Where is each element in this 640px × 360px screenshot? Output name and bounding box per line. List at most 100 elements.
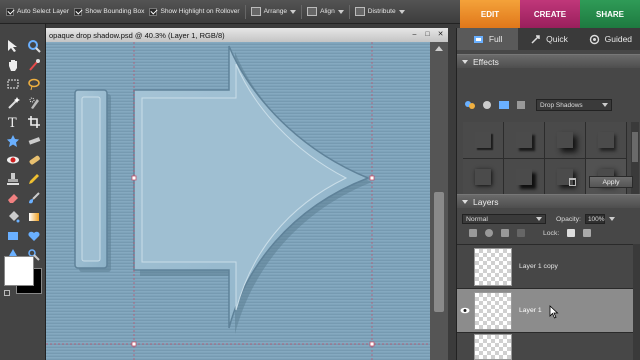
straighten-icon bbox=[28, 136, 40, 145]
chevron-down-icon bbox=[602, 103, 608, 107]
opacity-field[interactable]: 100% bbox=[584, 214, 605, 224]
link-layers-icon[interactable] bbox=[517, 229, 525, 237]
minimize-icon[interactable]: – bbox=[411, 31, 418, 38]
checkbox-checked-icon bbox=[6, 7, 14, 16]
tab-create[interactable]: CREATE bbox=[520, 0, 580, 28]
document-title-bar[interactable]: opaque drop shadow.psd @ 40.3% (Layer 1,… bbox=[46, 28, 448, 42]
tab-quick-label: Quick bbox=[546, 34, 568, 44]
tab-edit[interactable]: EDIT bbox=[460, 0, 520, 28]
crop-icon bbox=[27, 115, 40, 128]
gradient-tool[interactable] bbox=[23, 207, 44, 226]
scroll-up-icon[interactable] bbox=[435, 46, 443, 51]
marquee-tool[interactable] bbox=[2, 74, 23, 93]
brush-tool[interactable] bbox=[23, 188, 44, 207]
delete-layer-icon[interactable] bbox=[501, 229, 509, 237]
paint-bucket-tool[interactable] bbox=[2, 207, 23, 226]
collapse-triangle-icon bbox=[462, 199, 468, 204]
opacity-slider-toggle-icon[interactable] bbox=[608, 217, 615, 221]
quick-selection-tool[interactable] bbox=[23, 93, 44, 112]
lock-label: Lock: bbox=[543, 229, 560, 237]
effects-category-dropdown[interactable]: Drop Shadows bbox=[536, 99, 612, 111]
effect-thumbnail[interactable] bbox=[463, 122, 503, 158]
layer-row[interactable] bbox=[457, 332, 633, 360]
lasso-icon bbox=[27, 78, 40, 90]
zoom-tool[interactable] bbox=[23, 36, 44, 55]
stamp-icon bbox=[6, 172, 19, 185]
scroll-thumb[interactable] bbox=[434, 192, 444, 312]
cookie-cutter-tool[interactable] bbox=[2, 131, 23, 150]
effect-thumbnail[interactable] bbox=[504, 159, 544, 195]
crop-tool[interactable] bbox=[23, 112, 44, 131]
effect-thumbnail[interactable] bbox=[463, 159, 503, 195]
photo-effects-icon[interactable] bbox=[498, 99, 510, 111]
close-icon[interactable]: ✕ bbox=[437, 31, 444, 38]
type-tool[interactable]: T bbox=[2, 112, 23, 131]
options-bar: Auto Select Layer Show Bounding Box Show… bbox=[0, 0, 460, 24]
effects-scroll-thumb[interactable] bbox=[632, 132, 638, 162]
auto-select-layer-checkbox[interactable]: Auto Select Layer bbox=[6, 7, 69, 16]
new-layer-icon[interactable] bbox=[469, 229, 477, 237]
chevron-down-icon bbox=[290, 9, 297, 14]
layer-row-selected[interactable]: Layer 1 bbox=[457, 288, 633, 332]
layer-styles-icon[interactable] bbox=[481, 99, 493, 111]
show-highlight-checkbox[interactable]: Show Highlight on Rollover bbox=[149, 7, 240, 16]
trash-icon[interactable] bbox=[569, 178, 576, 186]
layers-scrollbar[interactable] bbox=[633, 244, 640, 360]
effects-panel-header[interactable]: Effects bbox=[457, 54, 640, 68]
magic-wand-tool[interactable] bbox=[2, 93, 23, 112]
straighten-tool[interactable] bbox=[23, 131, 44, 150]
vertical-scrollbar[interactable] bbox=[430, 42, 448, 360]
visibility-toggle[interactable] bbox=[457, 245, 473, 289]
shape-tool[interactable] bbox=[2, 226, 23, 245]
blend-mode-dropdown[interactable]: Normal bbox=[462, 214, 546, 224]
opacity-label: Opacity: bbox=[556, 215, 581, 223]
red-eye-tool[interactable] bbox=[2, 150, 23, 169]
effect-thumbnail[interactable] bbox=[545, 122, 585, 158]
distribute-menu-button[interactable]: Distribute bbox=[354, 7, 405, 16]
restore-icon[interactable]: □ bbox=[424, 31, 431, 38]
effects-category-icon[interactable] bbox=[464, 99, 476, 111]
canvas-artwork bbox=[46, 42, 430, 360]
clone-stamp-tool[interactable] bbox=[2, 169, 23, 188]
apply-button[interactable]: Apply bbox=[589, 176, 633, 188]
image-canvas[interactable] bbox=[46, 42, 430, 360]
tab-guided[interactable]: Guided bbox=[580, 28, 640, 50]
adjustment-layer-icon[interactable] bbox=[485, 229, 493, 237]
tab-full[interactable]: Full bbox=[457, 28, 519, 50]
eyedropper-tool[interactable] bbox=[23, 55, 44, 74]
layers-panel-header[interactable]: Layers bbox=[457, 194, 640, 208]
separator bbox=[348, 4, 350, 19]
effect-thumbnail[interactable] bbox=[586, 122, 626, 158]
visibility-toggle[interactable] bbox=[457, 325, 473, 360]
guided-edit-icon bbox=[589, 34, 599, 44]
hand-tool[interactable] bbox=[2, 55, 23, 74]
layer-name: Layer 1 bbox=[519, 307, 542, 314]
zoom-icon bbox=[27, 39, 41, 53]
separator bbox=[301, 4, 303, 19]
show-bounding-box-checkbox[interactable]: Show Bounding Box bbox=[74, 7, 144, 16]
custom-shape-tool[interactable] bbox=[23, 226, 44, 245]
arrange-label: Arrange bbox=[263, 8, 288, 15]
checkbox-checked-icon bbox=[74, 7, 83, 16]
effect-thumbnail[interactable] bbox=[545, 159, 585, 195]
foreground-color-swatch[interactable] bbox=[4, 256, 34, 286]
lock-all-icon[interactable] bbox=[583, 229, 592, 237]
tab-quick[interactable]: Quick bbox=[518, 28, 579, 50]
default-colors-icon[interactable] bbox=[4, 290, 10, 296]
mouse-cursor-icon bbox=[549, 305, 559, 319]
tab-share[interactable]: SHARE bbox=[580, 0, 640, 28]
align-menu-button[interactable]: Align bbox=[307, 7, 344, 16]
eraser-tool[interactable] bbox=[2, 188, 23, 207]
lasso-tool[interactable] bbox=[23, 74, 44, 93]
filters-icon[interactable] bbox=[515, 99, 527, 111]
move-tool[interactable] bbox=[2, 36, 23, 55]
eye-icon bbox=[460, 307, 470, 314]
arrange-icon bbox=[250, 7, 261, 16]
lock-transparency-icon[interactable] bbox=[567, 229, 576, 237]
effect-thumbnail[interactable] bbox=[504, 122, 544, 158]
brush-icon bbox=[28, 191, 40, 203]
layer-row[interactable]: Layer 1 copy bbox=[457, 244, 633, 288]
pencil-tool[interactable] bbox=[23, 169, 44, 188]
arrange-menu-button[interactable]: Arrange bbox=[250, 7, 297, 16]
healing-brush-tool[interactable] bbox=[23, 150, 44, 169]
